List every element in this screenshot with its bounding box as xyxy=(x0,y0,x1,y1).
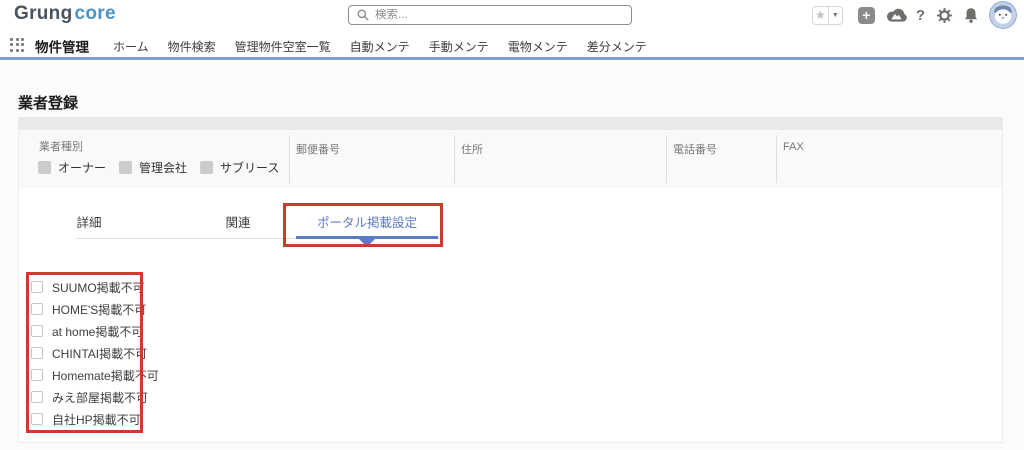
card-header-strip xyxy=(19,117,1002,130)
vendor-type-option: サブリース xyxy=(200,159,279,176)
checkbox-label: CHINTAI掲載不可 xyxy=(52,345,147,362)
field-label-vendor-type: 業者種別 xyxy=(39,138,83,154)
active-tab-caret-icon xyxy=(358,238,376,247)
nav-tab[interactable]: 手動メンテ xyxy=(429,38,489,55)
field-divider xyxy=(776,135,777,183)
nav-tab[interactable]: ホーム xyxy=(113,38,149,55)
checkbox-label: サブリース xyxy=(220,159,279,176)
field-divider xyxy=(289,135,290,183)
checkbox-label: みえ部屋掲載不可 xyxy=(52,389,148,406)
checkbox-disabled[interactable] xyxy=(119,161,132,174)
notifications-bell-icon[interactable] xyxy=(963,7,979,24)
checkbox[interactable] xyxy=(31,281,43,293)
favorites-dropdown-icon[interactable]: ▼ xyxy=(829,6,843,25)
nav-tab[interactable]: 電物メンテ xyxy=(508,38,568,55)
checkbox[interactable] xyxy=(31,347,43,359)
field-divider xyxy=(666,135,667,183)
tab-details[interactable]: 詳細 xyxy=(76,212,101,231)
global-search[interactable] xyxy=(348,5,632,25)
logo-text-gray: Grung xyxy=(14,3,73,24)
favorites-control: ★ ▼ xyxy=(812,6,843,25)
checkbox-label: 自社HP掲載不可 xyxy=(52,411,141,428)
nav-tab-list: ホーム 物件検索 管理物件空室一覧 自動メンテ 手動メンテ 電物メンテ 差分メン… xyxy=(113,38,647,55)
portal-checkbox-row: SUUMO掲載不可 xyxy=(31,276,159,298)
vendor-type-options: オーナー 管理会社 サブリース xyxy=(38,159,279,176)
portal-checkbox-row: CHINTAI掲載不可 xyxy=(31,342,159,364)
portal-checkbox-row: Homemate掲載不可 xyxy=(31,364,159,386)
field-label-postal-code: 郵便番号 xyxy=(296,141,340,157)
portal-checkbox-list: SUUMO掲載不可 HOME'S掲載不可 at home掲載不可 CHINTAI… xyxy=(31,276,159,430)
setup-gear-icon[interactable] xyxy=(936,7,953,24)
nav-tab[interactable]: 物件検索 xyxy=(168,38,216,55)
help-icon[interactable]: ? xyxy=(916,7,925,24)
logo-text-blue: core xyxy=(75,3,116,24)
checkbox-disabled[interactable] xyxy=(200,161,213,174)
vendor-type-option: オーナー xyxy=(38,159,106,176)
vendor-type-option: 管理会社 xyxy=(119,159,187,176)
checkbox-label: 管理会社 xyxy=(139,159,187,176)
highlights-panel: 業者種別 オーナー 管理会社 サブリース 郵便番号 住所 電話番号 FAX xyxy=(19,130,1002,188)
page-title: 業者登録 xyxy=(18,92,78,113)
nav-tab[interactable]: 管理物件空室一覧 xyxy=(235,38,331,55)
field-label-address: 住所 xyxy=(461,141,483,157)
checkbox-label: Homemate掲載不可 xyxy=(52,367,159,384)
checkbox-label: at home掲載不可 xyxy=(52,323,143,340)
quick-add-icon[interactable]: + xyxy=(858,7,875,24)
portal-checkbox-row: HOME'S掲載不可 xyxy=(31,298,159,320)
field-label-fax: FAX xyxy=(783,141,804,153)
trailhead-guidance-icon[interactable] xyxy=(886,7,907,23)
nav-tab[interactable]: 差分メンテ xyxy=(587,38,647,55)
app-logo: Grungcore xyxy=(14,3,116,25)
app-launcher-icon[interactable] xyxy=(10,38,25,52)
header-icon-bar: ★ ▼ + ? xyxy=(812,0,1017,30)
tab-related[interactable]: 関連 xyxy=(225,212,250,231)
portal-checkbox-row: at home掲載不可 xyxy=(31,320,159,342)
checkbox[interactable] xyxy=(31,325,43,337)
portal-checkbox-row: みえ部屋掲載不可 xyxy=(31,386,159,408)
favorite-star-icon[interactable]: ★ xyxy=(812,6,829,25)
checkbox-disabled[interactable] xyxy=(38,161,51,174)
field-label-phone: 電話番号 xyxy=(673,141,717,157)
checkbox[interactable] xyxy=(31,303,43,315)
field-divider xyxy=(454,135,455,183)
record-card: 業者種別 オーナー 管理会社 サブリース 郵便番号 住所 電話番号 FAX 詳細… xyxy=(18,117,1003,443)
app-name: 物件管理 xyxy=(35,36,89,56)
user-avatar[interactable] xyxy=(989,1,1017,29)
checkbox-label: SUUMO掲載不可 xyxy=(52,279,145,296)
checkbox-label: オーナー xyxy=(58,159,106,176)
checkbox[interactable] xyxy=(31,369,43,381)
portal-checkbox-row: 自社HP掲載不可 xyxy=(31,408,159,430)
checkbox-label: HOME'S掲載不可 xyxy=(52,301,146,318)
tab-portal-settings[interactable]: ポータル掲載設定 xyxy=(317,212,417,231)
checkbox[interactable] xyxy=(31,413,43,425)
app-navbar: 物件管理 ホーム 物件検索 管理物件空室一覧 自動メンテ 手動メンテ 電物メンテ… xyxy=(0,30,1024,60)
nav-tab[interactable]: 自動メンテ xyxy=(350,38,410,55)
search-icon xyxy=(357,9,369,21)
checkbox[interactable] xyxy=(31,391,43,403)
global-header: Grungcore ★ ▼ + ? xyxy=(0,0,1024,30)
search-input[interactable] xyxy=(375,9,623,21)
